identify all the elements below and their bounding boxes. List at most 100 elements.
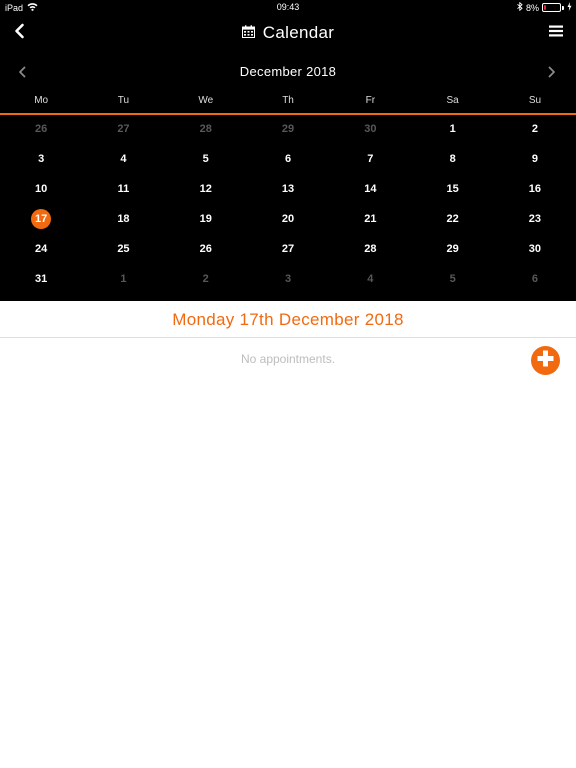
weekday-label: Th	[282, 95, 294, 106]
battery-percentage: 8%	[525, 2, 539, 13]
day-number: 5	[449, 273, 456, 285]
calendar-day[interactable]: 31	[0, 264, 82, 294]
calendar-day[interactable]: 24	[0, 234, 82, 264]
calendar-day[interactable]: 21	[329, 204, 411, 234]
plus-icon	[537, 350, 554, 372]
day-number: 30	[364, 123, 377, 135]
calendar-day[interactable]: 29	[411, 234, 493, 264]
days-grid: 26 27 28 29 30 1 2 3 4 5 6 7 8 9 10 11 12 13 14 15 16 17 18 19 2…	[0, 114, 576, 294]
day-number: 6	[284, 153, 292, 165]
day-number: 12	[199, 183, 212, 195]
day-number: 4	[120, 153, 127, 165]
battery-fill	[544, 5, 546, 10]
day-number: 26	[35, 123, 48, 135]
day-number: 15	[446, 183, 459, 195]
day-number: 23	[528, 213, 542, 225]
day-number: 2	[202, 273, 209, 285]
calendar-day[interactable]: 23	[494, 204, 576, 234]
calendar-day[interactable]: 7	[329, 144, 411, 174]
calendar-day[interactable]: 30	[329, 114, 411, 144]
calendar-day[interactable]: 11	[82, 174, 164, 204]
day-number: 1	[120, 273, 127, 285]
calendar-day[interactable]: 6	[494, 264, 576, 294]
calendar-day[interactable]: 5	[165, 144, 247, 174]
battery-icon	[542, 3, 561, 12]
next-month-button[interactable]	[542, 64, 562, 84]
day-number: 13	[281, 183, 295, 195]
calendar-day[interactable]: 10	[0, 174, 82, 204]
calendar-day[interactable]: 16	[494, 174, 576, 204]
calendar-day[interactable]: 22	[411, 204, 493, 234]
calendar-day-selected[interactable]: 17	[0, 204, 82, 234]
calendar-day[interactable]: 26	[0, 114, 82, 144]
calendar-day[interactable]: 13	[247, 174, 329, 204]
battery-tip	[562, 5, 564, 10]
calendar-day[interactable]: 9	[494, 144, 576, 174]
page-title: Calendar	[0, 23, 576, 43]
calendar-day[interactable]: 4	[329, 264, 411, 294]
hamburger-menu-icon	[549, 24, 563, 42]
day-number: 5	[202, 153, 209, 165]
calendar-day[interactable]: 30	[494, 234, 576, 264]
day-number: 8	[449, 153, 456, 165]
calendar-day[interactable]: 3	[0, 144, 82, 174]
calendar-day[interactable]: 28	[165, 114, 247, 144]
calendar-day[interactable]: 25	[82, 234, 164, 264]
selected-date-title: Monday 17th December 2018	[0, 301, 576, 338]
charging-icon	[567, 2, 572, 13]
app-header: Calendar	[0, 15, 576, 51]
status-bar: iPad 09:43 8%	[0, 0, 576, 15]
month-label: December 2018	[239, 64, 337, 79]
calendar-day[interactable]: 20	[247, 204, 329, 234]
calendar-day[interactable]: 27	[82, 114, 164, 144]
calendar-day[interactable]: 14	[329, 174, 411, 204]
calendar-day[interactable]: 19	[165, 204, 247, 234]
weekday-label: Mo	[34, 95, 49, 106]
calendar-day[interactable]: 18	[82, 204, 164, 234]
weekday-label: Su	[528, 95, 542, 106]
day-number: 26	[199, 243, 212, 255]
day-number: 25	[117, 243, 130, 255]
header-title-text: Calendar	[262, 23, 335, 42]
day-number: 30	[528, 243, 542, 255]
day-number: 14	[364, 183, 377, 195]
day-number: 28	[364, 243, 377, 255]
add-appointment-button[interactable]	[531, 346, 560, 375]
weekday-label: Fr	[365, 95, 376, 106]
day-number: 27	[117, 123, 130, 135]
day-number: 24	[35, 243, 48, 255]
day-number: 1	[449, 123, 456, 135]
calendar-day[interactable]: 26	[165, 234, 247, 264]
calendar-day[interactable]: 28	[329, 234, 411, 264]
weekday-label: Tu	[117, 95, 130, 106]
calendar-day[interactable]: 2	[165, 264, 247, 294]
calendar-icon	[241, 23, 255, 43]
day-number: 19	[199, 213, 212, 225]
calendar-day[interactable]: 4	[82, 144, 164, 174]
menu-button[interactable]	[546, 21, 566, 45]
empty-appointments-message: No appointments.	[240, 352, 336, 366]
bluetooth-icon	[517, 1, 523, 13]
month-navigation: December 2018	[0, 51, 576, 91]
calendar-day[interactable]: 8	[411, 144, 493, 174]
day-number: 7	[367, 153, 374, 165]
day-number: 9	[531, 153, 538, 165]
calendar-day[interactable]: 12	[165, 174, 247, 204]
calendar-day[interactable]: 29	[247, 114, 329, 144]
calendar-day[interactable]: 2	[494, 114, 576, 144]
day-number: 20	[281, 213, 295, 225]
calendar-day[interactable]: 5	[411, 264, 493, 294]
status-time: 09:43	[276, 2, 300, 12]
day-number: 10	[35, 183, 48, 195]
calendar-day[interactable]: 6	[247, 144, 329, 174]
day-number: 17	[31, 209, 52, 229]
day-number: 29	[446, 243, 459, 255]
calendar-day[interactable]: 27	[247, 234, 329, 264]
weekday-header: Mo Tu We Th Fr Sa Su	[0, 91, 576, 113]
day-number: 2	[531, 123, 538, 135]
status-right: 8%	[517, 1, 572, 13]
calendar-day[interactable]: 1	[411, 114, 493, 144]
calendar-day[interactable]: 3	[247, 264, 329, 294]
calendar-day[interactable]: 1	[82, 264, 164, 294]
calendar-day[interactable]: 15	[411, 174, 493, 204]
